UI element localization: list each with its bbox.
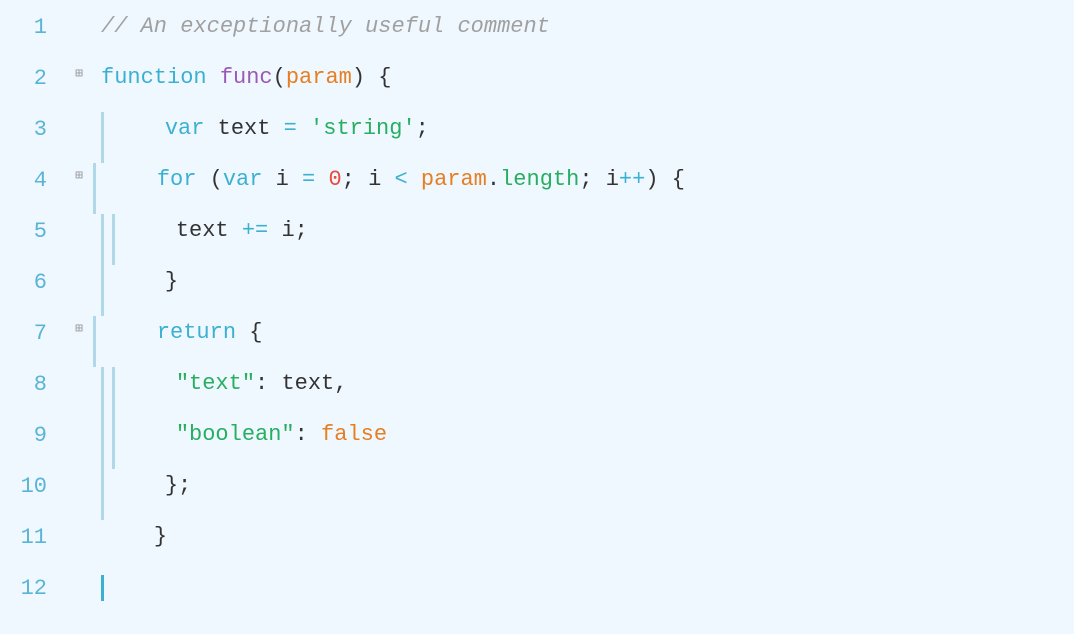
line-7: 7 ⊞ return { (0, 316, 1074, 367)
line-3: 3 var text = 'string'; (0, 112, 1074, 163)
line-8-content: "text": text, (115, 367, 1074, 418)
line-10-content: }; (104, 469, 1074, 520)
line-number-12: 12 (0, 571, 65, 606)
line-2-content: function func(param) { (93, 61, 1074, 95)
line-6-content: } (104, 265, 1074, 316)
line-number-7: 7 (0, 316, 65, 351)
line-11: 11 } (0, 520, 1074, 571)
code-editor: 1 // An exceptionally useful comment 2 ⊞… (0, 0, 1074, 634)
line-8: 8 "text": text, (0, 367, 1074, 418)
line-number-10: 10 (0, 469, 65, 504)
line-9-content: "boolean": false (115, 418, 1074, 469)
line-12-content (93, 571, 1074, 605)
line-number-1: 1 (0, 10, 65, 45)
line-2: 2 ⊞ function func(param) { (0, 61, 1074, 112)
line-11-content: } (93, 520, 1074, 554)
line-number-8: 8 (0, 367, 65, 402)
fold-icon-7[interactable]: ⊞ (65, 316, 93, 339)
line-1: 1 // An exceptionally useful comment (0, 10, 1074, 61)
line-number-9: 9 (0, 418, 65, 453)
line-number-2: 2 (0, 61, 65, 96)
line-4-content: for (var i = 0; i < param.length; i++) { (96, 163, 1074, 214)
line-9: 9 "boolean": false (0, 418, 1074, 469)
line-4: 4 ⊞ for (var i = 0; i < param.length; i+… (0, 163, 1074, 214)
line-number-5: 5 (0, 214, 65, 249)
line-1-content: // An exceptionally useful comment (93, 10, 1074, 44)
line-number-6: 6 (0, 265, 65, 300)
line-10: 10 }; (0, 469, 1074, 520)
line-number-11: 11 (0, 520, 65, 555)
text-cursor (101, 575, 104, 601)
line-number-3: 3 (0, 112, 65, 147)
line-number-4: 4 (0, 163, 65, 198)
line-6: 6 } (0, 265, 1074, 316)
line-5: 5 text += i; (0, 214, 1074, 265)
fold-icon-2[interactable]: ⊞ (65, 61, 93, 84)
line-12: 12 (0, 571, 1074, 622)
line-7-content: return { (96, 316, 1074, 367)
line-5-content: text += i; (115, 214, 1074, 265)
fold-icon-4[interactable]: ⊞ (65, 163, 93, 186)
line-3-content: var text = 'string'; (104, 112, 1074, 163)
